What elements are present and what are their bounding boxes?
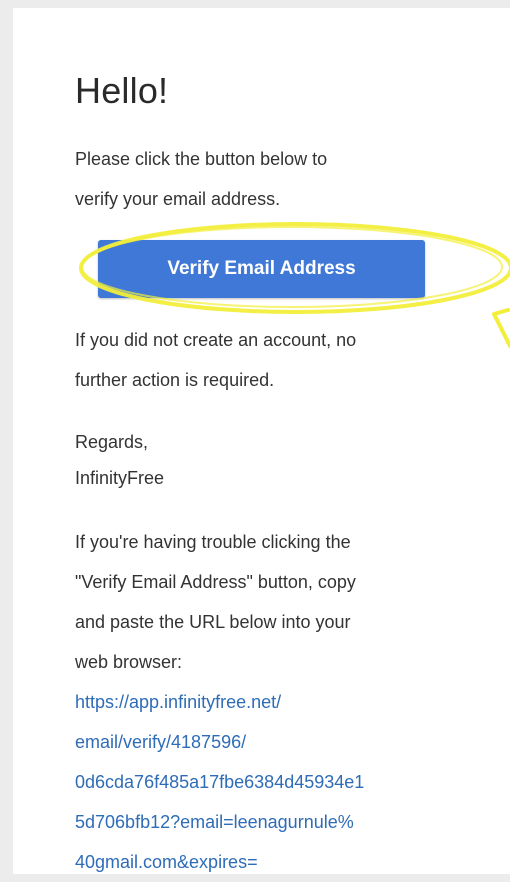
url-line-1: https://app.infinityfree.net/ (75, 692, 282, 712)
url-line-2: email/verify/4187596/ (75, 732, 247, 752)
signature-text: InfinityFree (75, 468, 165, 488)
intro-text: Please click the button below to verify … (75, 139, 445, 219)
regards-text: Regards, (75, 432, 149, 452)
url-line-5: 40gmail.com&expires= (75, 852, 258, 872)
no-account-line-1: If you did not create an account, no (75, 330, 357, 350)
intro-line-2: verify your email address. (75, 189, 281, 209)
url-line-4: 5d706bfb12?email=leenagurnule% (75, 812, 354, 832)
url-line-3: 0d6cda76f485a17fbe6384d45934e1 (75, 772, 365, 792)
verify-email-button[interactable]: Verify Email Address (98, 240, 425, 298)
email-viewport: Hello! Please click the button below to … (0, 0, 510, 874)
trouble-text: If you're having trouble clicking the "V… (75, 522, 445, 682)
no-account-text: If you did not create an account, no fur… (75, 320, 445, 400)
verification-url-link[interactable]: https://app.infinityfree.net/ email/veri… (75, 682, 445, 882)
greeting-heading: Hello! (75, 70, 169, 111)
trouble-line-4: web browser: (75, 652, 183, 672)
trouble-line-1: If you're having trouble clicking the (75, 532, 351, 552)
no-account-line-2: further action is required. (75, 370, 275, 390)
intro-line-1: Please click the button below to (75, 149, 328, 169)
trouble-line-3: and paste the URL below into your (75, 612, 351, 632)
trouble-line-2: "Verify Email Address" button, copy (75, 572, 356, 592)
